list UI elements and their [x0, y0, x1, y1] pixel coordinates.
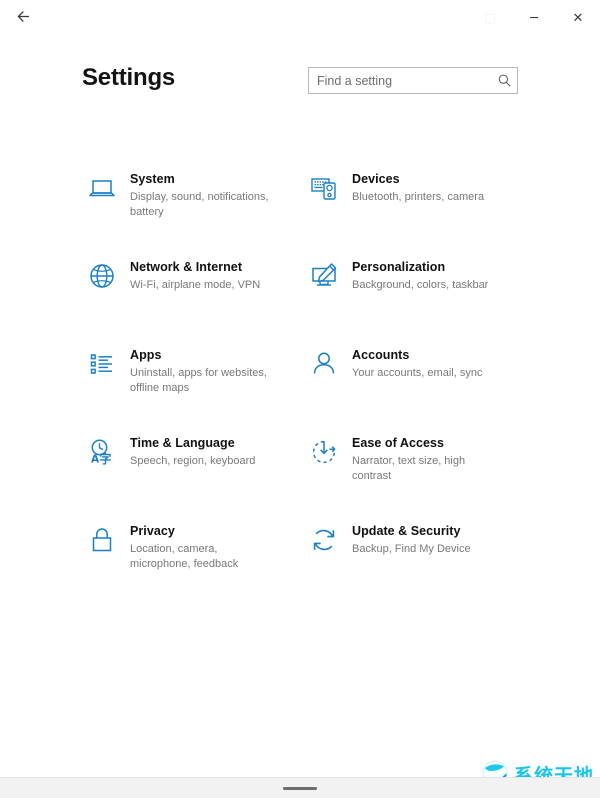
close-button[interactable]: ✕ [556, 2, 600, 34]
tile-title: Update & Security [352, 524, 461, 538]
page-header: Settings [0, 58, 600, 108]
settings-tile-network[interactable]: Network & Internet Wi-Fi, airplane mode,… [82, 251, 304, 339]
tile-text: Privacy Location, camera, microphone, fe… [130, 520, 280, 573]
settings-tile-devices[interactable]: Devices Bluetooth, printers, camera [304, 163, 522, 251]
search-icon[interactable] [491, 68, 517, 93]
tile-text: Personalization Background, colors, task… [352, 256, 488, 293]
close-icon: ✕ [572, 10, 584, 26]
home-indicator[interactable] [283, 787, 317, 790]
tile-text: Ease of Access Narrator, text size, high… [352, 432, 502, 485]
tile-title: Privacy [130, 524, 175, 538]
tile-subtitle: Location, camera, microphone, feedback [130, 542, 239, 571]
ease-of-access-icon [304, 432, 344, 472]
laptop-icon [82, 168, 122, 208]
tile-text: Devices Bluetooth, printers, camera [352, 168, 484, 205]
lock-icon [82, 520, 122, 560]
list-icon [82, 344, 122, 384]
tile-title: Apps [130, 348, 162, 362]
back-button[interactable] [6, 2, 40, 36]
maximize-button[interactable]: □ [468, 2, 512, 34]
search-input[interactable] [309, 68, 491, 93]
settings-tile-personalization[interactable]: Personalization Background, colors, task… [304, 251, 522, 339]
settings-tile-apps[interactable]: Apps Uninstall, apps for websites, offli… [82, 339, 304, 427]
tile-title: Devices [352, 172, 400, 186]
settings-tile-accounts[interactable]: Accounts Your accounts, email, sync [304, 339, 522, 427]
tile-text: Time & Language Speech, region, keyboard [130, 432, 255, 469]
tile-text: Network & Internet Wi-Fi, airplane mode,… [130, 256, 260, 293]
tile-subtitle: Your accounts, email, sync [352, 366, 483, 379]
tile-title: Network & Internet [130, 260, 243, 274]
svg-text:字: 字 [100, 451, 112, 466]
clock-language-icon: A 字 [82, 432, 122, 472]
tile-subtitle: Backup, Find My Device [352, 542, 471, 555]
tile-subtitle: Speech, region, keyboard [130, 454, 256, 467]
tile-text: Apps Uninstall, apps for websites, offli… [130, 344, 280, 397]
devices-icon [304, 168, 344, 208]
tile-subtitle: Uninstall, apps for websites, offline ma… [130, 366, 267, 395]
tile-subtitle: Narrator, text size, high contrast [352, 454, 466, 483]
settings-tile-privacy[interactable]: Privacy Location, camera, microphone, fe… [82, 515, 304, 603]
minimize-button[interactable]: ─ [512, 2, 556, 34]
tile-subtitle: Background, colors, taskbar [352, 278, 489, 291]
maximize-icon: □ [483, 10, 497, 26]
person-icon [304, 344, 344, 384]
monitor-brush-icon [304, 256, 344, 296]
settings-tile-system[interactable]: System Display, sound, notifications, ba… [82, 163, 304, 251]
settings-category-grid: System Display, sound, notifications, ba… [82, 163, 522, 603]
globe-icon [82, 256, 122, 296]
minimize-icon: ─ [530, 10, 538, 26]
title-bar: □ ─ ✕ [0, 0, 600, 40]
caption-button-group: □ ─ ✕ [468, 0, 600, 36]
tile-title: Personalization [352, 260, 446, 274]
tile-title: Time & Language [130, 436, 235, 450]
page-title: Settings [82, 64, 176, 91]
sync-icon [304, 520, 344, 560]
tile-text: Update & Security Backup, Find My Device [352, 520, 471, 557]
settings-tile-time-language[interactable]: A 字 Time & Language Speech, region, keyb… [82, 427, 304, 515]
tile-subtitle: Wi-Fi, airplane mode, VPN [130, 278, 261, 291]
tile-title: System [130, 172, 175, 186]
tile-subtitle: Display, sound, notifications, battery [130, 190, 269, 219]
tile-title: Ease of Access [352, 436, 444, 450]
bottom-bar [0, 777, 600, 798]
tile-subtitle: Bluetooth, printers, camera [352, 190, 485, 203]
tile-text: System Display, sound, notifications, ba… [130, 168, 280, 221]
settings-tile-ease-of-access[interactable]: Ease of Access Narrator, text size, high… [304, 427, 522, 515]
search-box[interactable] [308, 67, 518, 94]
arrow-left-icon [15, 8, 32, 30]
tile-text: Accounts Your accounts, email, sync [352, 344, 482, 381]
settings-tile-update-security[interactable]: Update & Security Backup, Find My Device [304, 515, 522, 603]
tile-title: Accounts [352, 348, 410, 362]
